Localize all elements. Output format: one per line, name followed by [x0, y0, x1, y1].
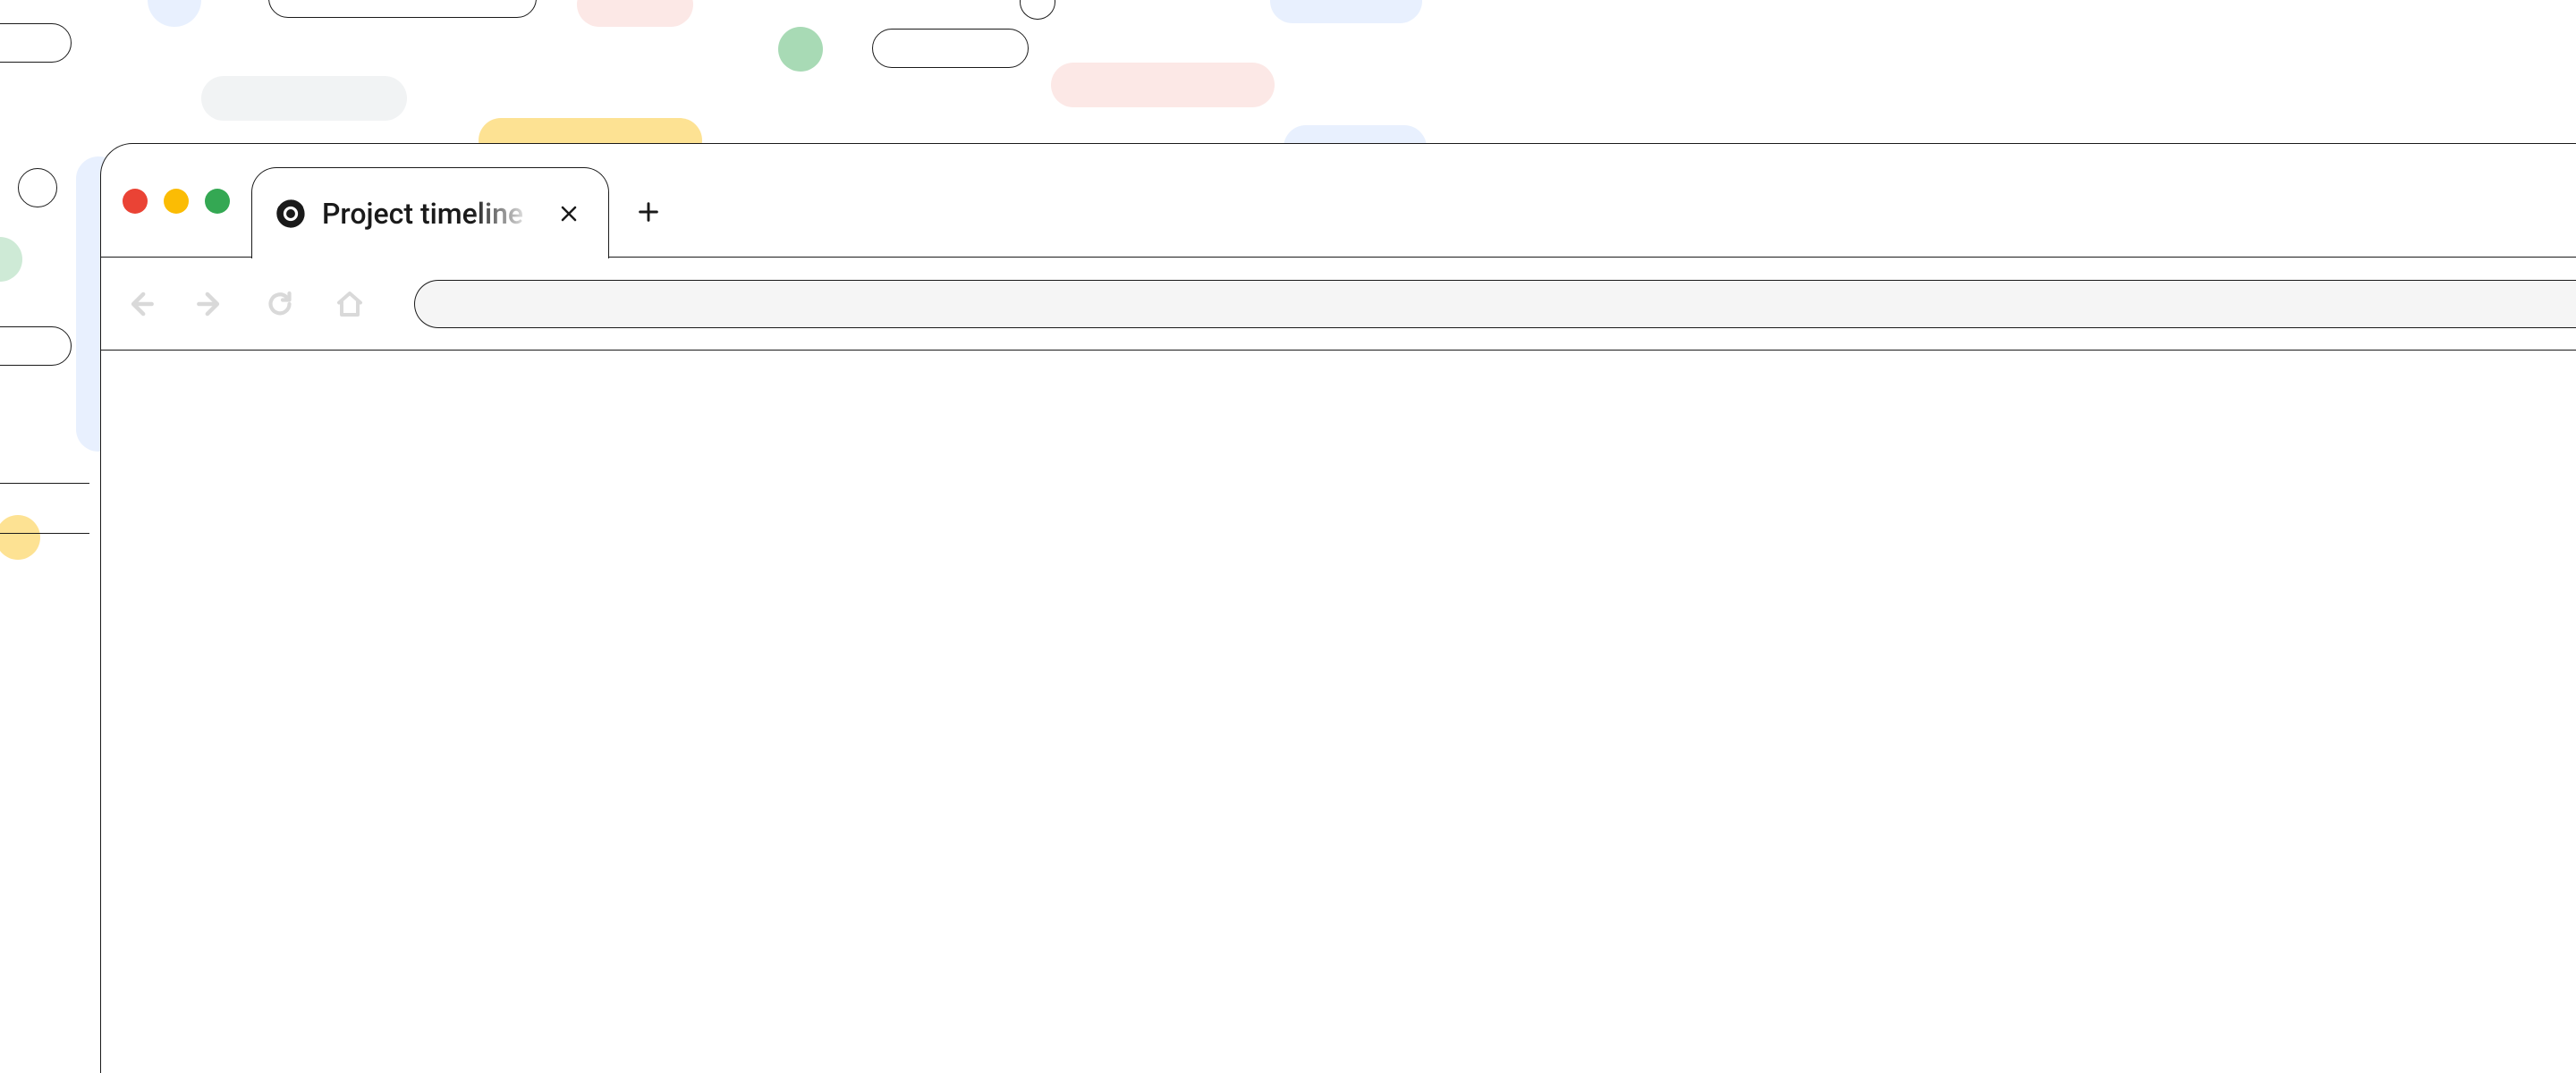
- window-close-button[interactable]: [123, 189, 148, 214]
- decor-green-half: [0, 237, 22, 282]
- reload-button[interactable]: [258, 283, 301, 325]
- browser-tab[interactable]: Project timeline: [251, 167, 609, 258]
- decor-outline-line: [0, 483, 89, 485]
- chrome-icon: [275, 199, 306, 229]
- decor-green-dot: [778, 27, 823, 72]
- decor-outline-pill: [268, 0, 537, 18]
- window-controls: [123, 189, 230, 214]
- decor-yellow-dot: [0, 515, 40, 560]
- decor-gray-pill: [201, 76, 407, 121]
- browser-window: Project timeline: [100, 143, 2576, 1073]
- decor-outline-pill: [0, 23, 72, 63]
- decor-outline-pill: [0, 326, 72, 366]
- browser-toolbar: [101, 258, 2576, 351]
- decor-red-pill: [1051, 63, 1275, 107]
- tab-close-button[interactable]: [553, 198, 585, 230]
- window-minimize-button[interactable]: [164, 189, 189, 214]
- decor-outline-pill: [872, 29, 1029, 68]
- home-button[interactable]: [328, 283, 371, 325]
- new-tab-button[interactable]: [629, 192, 668, 232]
- decor-outline-line: [0, 533, 89, 535]
- decor-outline-dot: [18, 168, 57, 207]
- decor-blue-pill: [1270, 0, 1422, 23]
- forward-button[interactable]: [189, 283, 232, 325]
- decor-red-pill: [577, 0, 693, 27]
- back-button[interactable]: [119, 283, 162, 325]
- decor-outline-dot: [1020, 0, 1055, 20]
- address-bar[interactable]: [414, 280, 2576, 328]
- tab-strip: Project timeline: [101, 144, 2576, 258]
- window-zoom-button[interactable]: [205, 189, 230, 214]
- tab-title: Project timeline: [322, 197, 537, 231]
- decor-blue-pill: [148, 0, 201, 27]
